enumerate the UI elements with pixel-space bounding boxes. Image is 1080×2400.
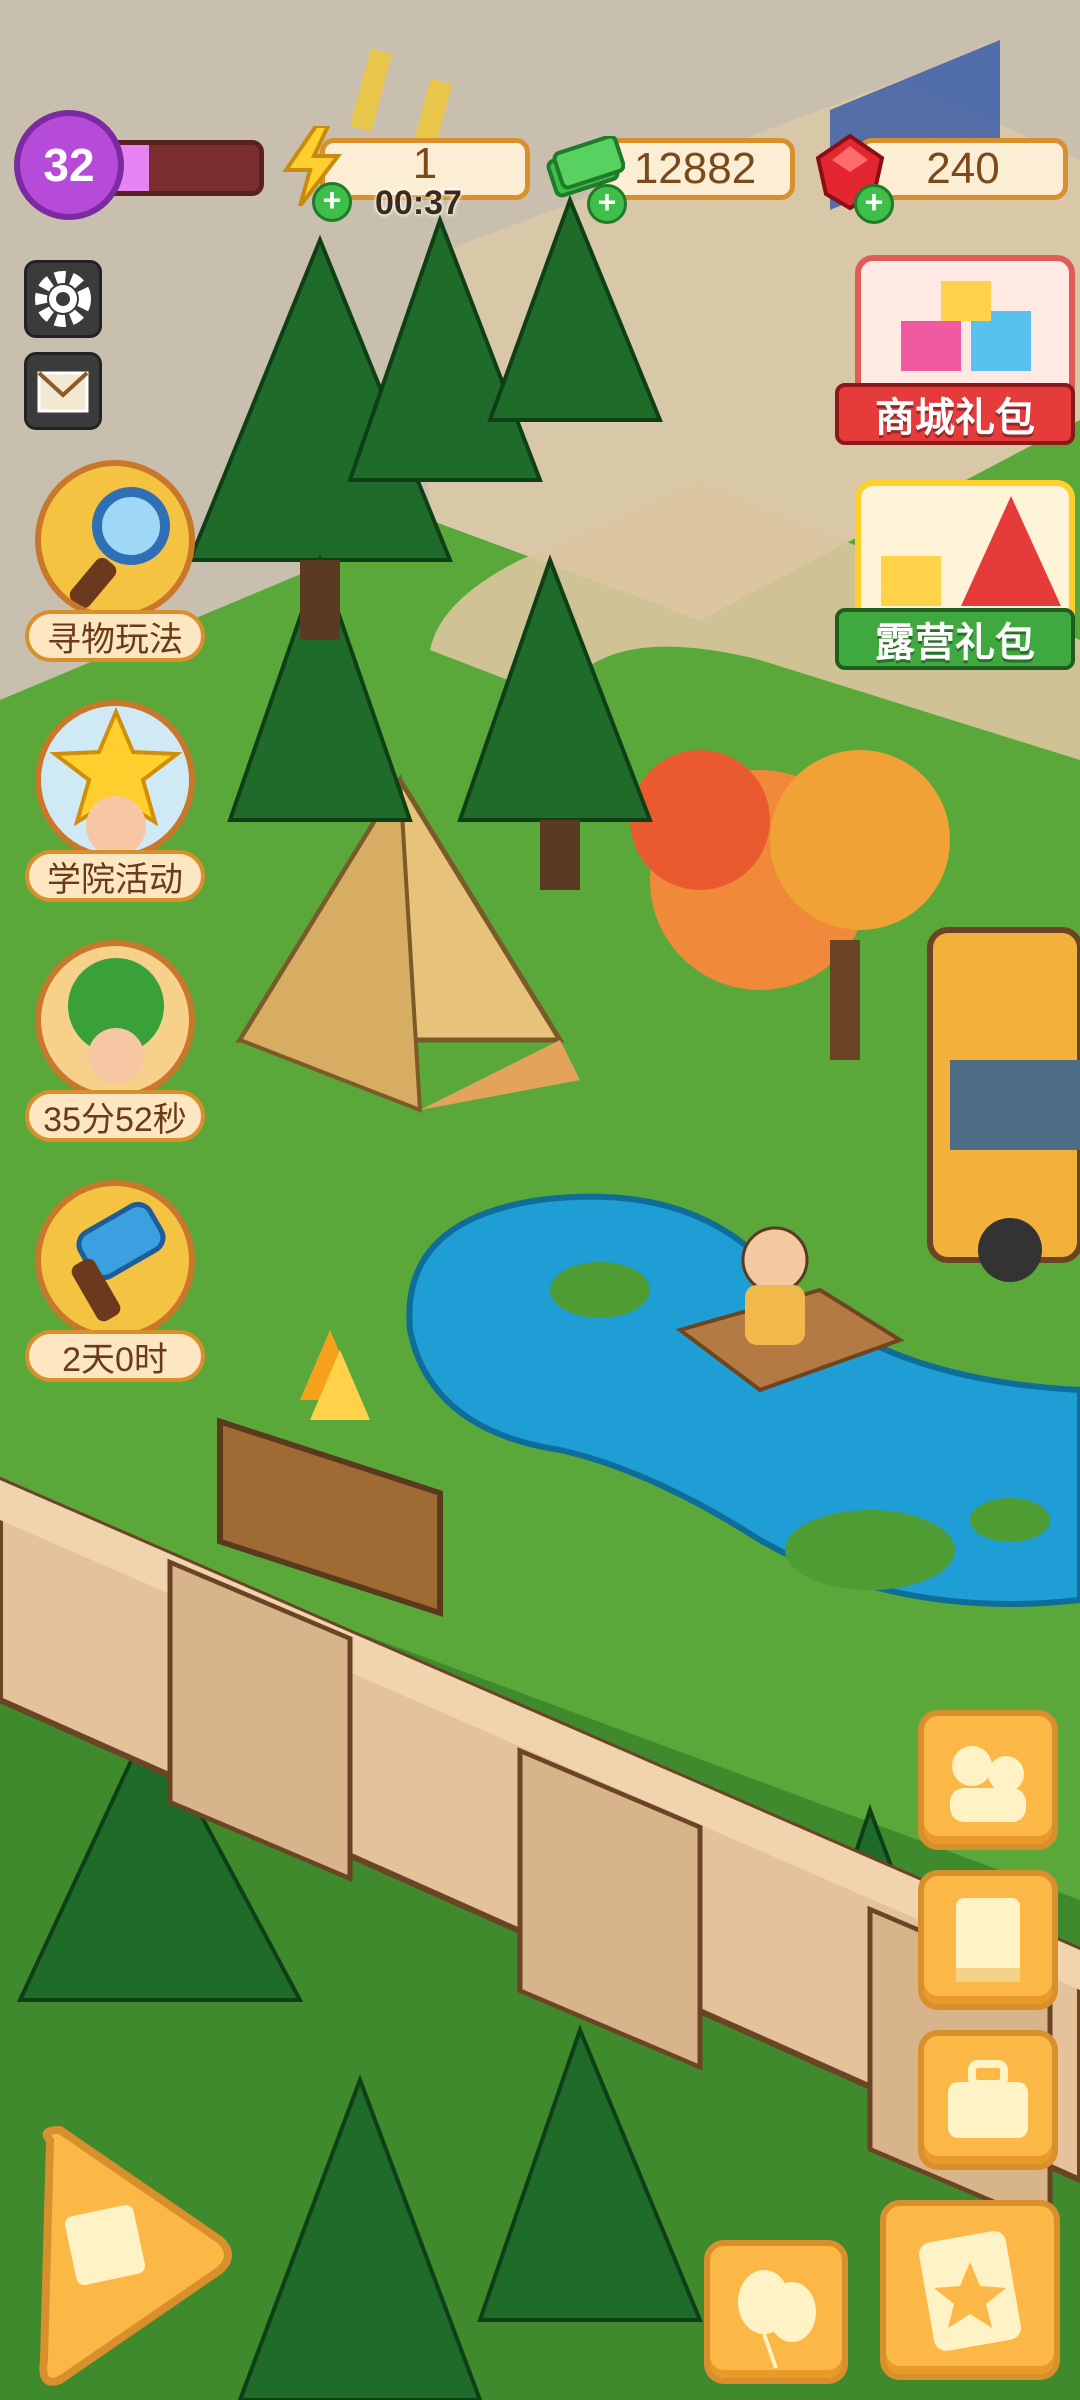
tree-character-icon bbox=[35, 940, 195, 1100]
cash-value: 12882 bbox=[633, 144, 757, 193]
characters-button[interactable] bbox=[918, 1710, 1058, 1850]
side-event-hammer[interactable]: 2天0时 bbox=[20, 1180, 210, 1400]
hammer-icon bbox=[35, 1180, 195, 1340]
cash-add-button[interactable]: + bbox=[587, 184, 627, 224]
side-event-label: 学院活动 bbox=[25, 850, 205, 902]
camping-pack-promo[interactable]: 露营礼包 bbox=[835, 480, 1075, 670]
magnifier-icon bbox=[35, 460, 195, 620]
settings-button[interactable] bbox=[24, 260, 102, 338]
balloons-button[interactable] bbox=[704, 2240, 848, 2384]
level-number: 32 bbox=[43, 139, 95, 191]
book-button[interactable] bbox=[918, 1870, 1058, 2010]
mail-icon bbox=[37, 371, 89, 413]
cash-counter[interactable]: 12882 + bbox=[545, 132, 795, 224]
side-event-label: 寻物玩法 bbox=[25, 610, 205, 662]
side-event-timer[interactable]: 35分52秒 bbox=[20, 940, 210, 1160]
energy-timer: 00:37 bbox=[375, 184, 462, 222]
side-event-label: 35分52秒 bbox=[25, 1090, 205, 1142]
toolbox-icon bbox=[948, 2060, 1028, 2138]
side-event-search[interactable]: 寻物玩法 bbox=[20, 460, 210, 680]
play-arrow-button[interactable] bbox=[20, 2120, 240, 2390]
characters-icon bbox=[950, 1746, 1026, 1822]
clipboard-star-icon bbox=[919, 2231, 1021, 2351]
book-icon bbox=[956, 1898, 1020, 1982]
energy-add-button[interactable]: + bbox=[312, 182, 352, 222]
balloons-icon bbox=[738, 2270, 816, 2369]
gear-icon bbox=[35, 271, 91, 327]
energy-counter[interactable]: 1 00:37 + bbox=[280, 124, 530, 222]
promo-label: 露营礼包 bbox=[835, 608, 1075, 670]
side-event-academy[interactable]: 学院活动 bbox=[20, 700, 210, 920]
mail-button[interactable] bbox=[24, 352, 102, 430]
tasks-button[interactable] bbox=[880, 2200, 1060, 2380]
level-star-icon: 32 bbox=[14, 110, 124, 220]
play-arrow-icon bbox=[39, 2125, 232, 2386]
side-event-label: 2天0时 bbox=[25, 1330, 205, 1382]
toolbox-button[interactable] bbox=[918, 2030, 1058, 2170]
star-character-icon bbox=[35, 700, 195, 860]
gem-value: 240 bbox=[926, 144, 1000, 193]
gem-counter[interactable]: 240 + bbox=[812, 132, 1068, 224]
shop-pack-promo[interactable]: 商城礼包 bbox=[835, 255, 1075, 445]
energy-value: 1 bbox=[412, 139, 438, 188]
gem-add-button[interactable]: + bbox=[854, 184, 894, 224]
cash-pill: 12882 bbox=[595, 138, 795, 200]
promo-label: 商城礼包 bbox=[835, 383, 1075, 445]
level-badge[interactable]: 32 bbox=[14, 110, 264, 220]
